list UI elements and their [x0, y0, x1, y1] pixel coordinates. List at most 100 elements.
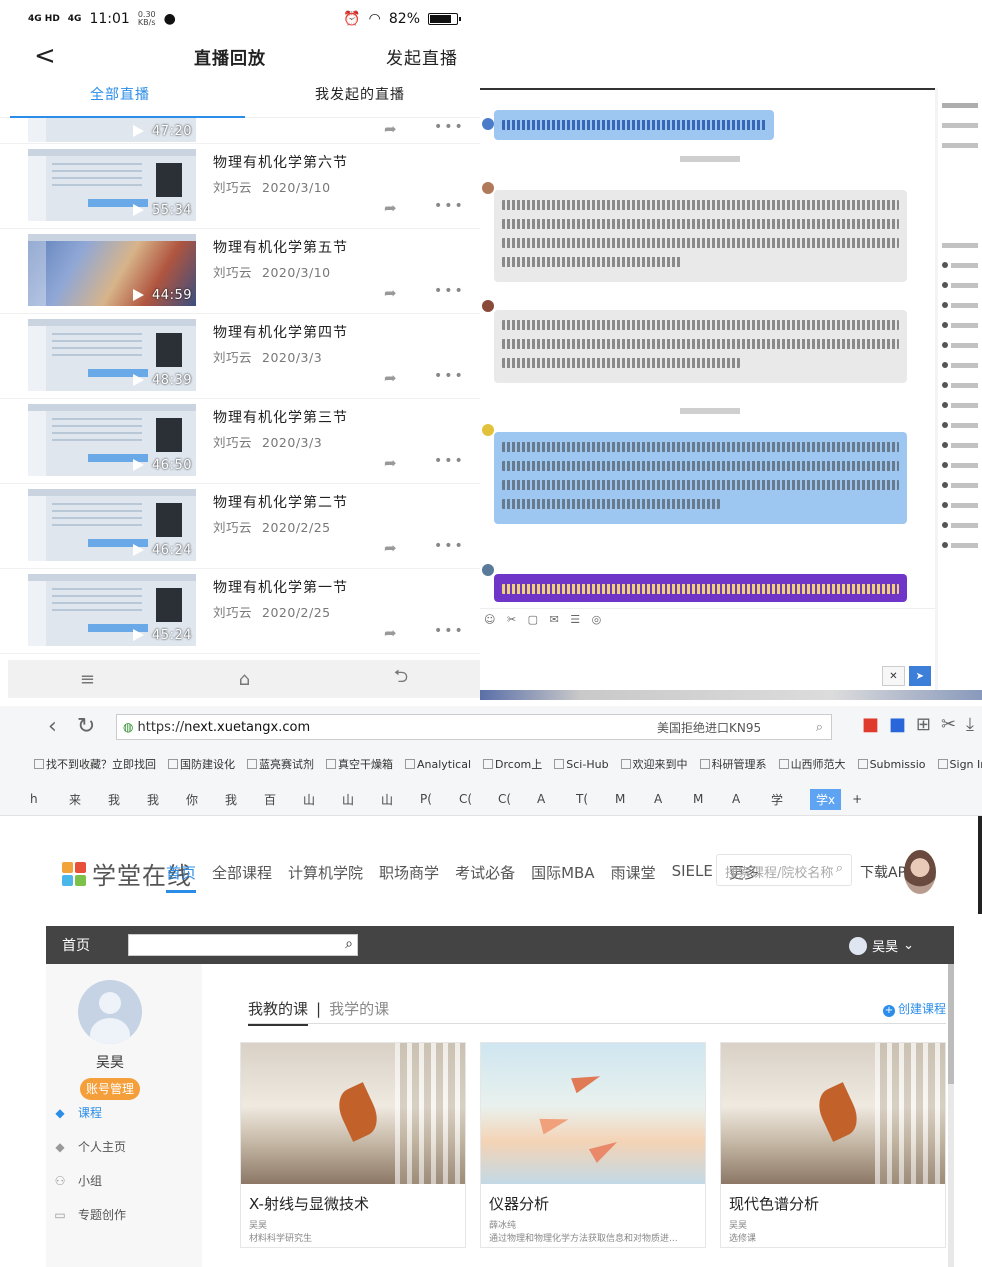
video-thumbnail[interactable]: 55:34	[28, 149, 196, 221]
more-dots-icon[interactable]: •••	[434, 538, 465, 554]
create-course-button[interactable]: + 创建课程	[882, 1000, 946, 1017]
extension-icon-2[interactable]: ■	[889, 714, 906, 735]
bookmark-item[interactable]: 国防建设化	[168, 756, 235, 772]
back-button[interactable]: <	[34, 43, 74, 69]
tab-learning[interactable]: 我学的课	[329, 998, 389, 1019]
bookmark-item[interactable]: 山西师范大	[778, 756, 846, 772]
video-thumbnail[interactable]: 46:24	[28, 489, 196, 561]
browser-tab[interactable]: M	[615, 792, 643, 806]
nav-item[interactable]: 国际MBA	[531, 862, 595, 883]
video-thumbnail[interactable]: 47:20	[28, 118, 196, 142]
dashboard-search-input[interactable]: ⌕	[128, 934, 358, 956]
tab-my-live[interactable]: 我发起的直播	[240, 74, 480, 117]
search-hint[interactable]: 美国拒绝进口KN95	[657, 719, 761, 736]
nav-item[interactable]: 雨课堂	[611, 862, 656, 883]
tab-teaching[interactable]: 我教的课	[248, 998, 309, 1026]
sidebar-item[interactable]: ◆ 课程	[46, 1096, 202, 1130]
more-dots-icon[interactable]: •••	[434, 368, 465, 384]
browser-tab[interactable]: 我	[147, 791, 175, 808]
list-item[interactable]: 45:24 物理有机化学第一节 刘巧云 2020/2/25 ➦ •••	[0, 569, 480, 654]
more-dots-icon[interactable]: •••	[434, 283, 465, 299]
nav-item[interactable]: 职场商学	[379, 862, 439, 883]
browser-tab[interactable]: A	[732, 792, 760, 806]
browser-tab[interactable]: 百	[264, 791, 292, 808]
course-card[interactable]: 仪器分析 薛冰纯 通过物理和物理化学方法获取信息和对物质进...	[480, 1042, 706, 1248]
scissors-icon[interactable]: ✂	[941, 714, 956, 735]
share-arrow-icon[interactable]: ➦	[384, 369, 397, 387]
browser-tab[interactable]: 山	[342, 791, 370, 808]
menu-key-icon[interactable]: ≡	[80, 669, 95, 690]
share-arrow-icon[interactable]: ➦	[384, 454, 397, 472]
browser-tab[interactable]: M	[693, 792, 721, 806]
browser-tab[interactable]: 学x	[810, 788, 842, 810]
nav-item[interactable]: 计算机学院	[288, 862, 363, 883]
back-arrow-icon[interactable]: ‹	[48, 714, 57, 739]
sidebar-item[interactable]: ⚇ 小组	[46, 1164, 202, 1198]
browser-tab[interactable]: A	[654, 792, 682, 806]
share-arrow-icon[interactable]: ➦	[384, 199, 397, 217]
video-thumbnail[interactable]: 46:50	[28, 404, 196, 476]
video-thumbnail[interactable]: 48:39	[28, 319, 196, 391]
nav-item[interactable]: 考试必备	[455, 862, 515, 883]
new-tab-icon[interactable]: +	[852, 792, 880, 806]
back-key-icon[interactable]: ⮌	[394, 664, 408, 694]
list-item[interactable]: 46:24 物理有机化学第二节 刘巧云 2020/2/25 ➦ •••	[0, 484, 480, 569]
list-item[interactable]: 44:59 物理有机化学第五节 刘巧云 2020/3/10 ➦ •••	[0, 229, 480, 314]
site-search-input[interactable]: 搜索课程/院校名称 ⌕	[716, 854, 852, 886]
list-item[interactable]: 48:39 物理有机化学第四节 刘巧云 2020/3/3 ➦ •••	[0, 314, 480, 399]
browser-tab[interactable]: 你	[186, 791, 214, 808]
start-live-button[interactable]: 发起直播	[386, 44, 458, 69]
tab-all-live[interactable]: 全部直播	[0, 74, 245, 118]
list-item[interactable]: 55:34 物理有机化学第六节 刘巧云 2020/3/10 ➦ •••	[0, 144, 480, 229]
home-link[interactable]: 首页	[62, 935, 90, 955]
list-item[interactable]: 47:20 ➦ •••	[0, 118, 480, 144]
bookmark-item[interactable]: Analytical	[405, 758, 471, 771]
browser-tab[interactable]: 来	[69, 791, 97, 808]
input-toolbar[interactable]: ☺ ✂ ▢ ✉ ☰ ◎	[484, 613, 605, 626]
more-dots-icon[interactable]: •••	[434, 198, 465, 214]
send-button[interactable]: ➤	[908, 666, 931, 686]
bookmark-item[interactable]: 真空干燥箱	[326, 756, 393, 772]
nav-item[interactable]: 全部课程	[212, 862, 272, 883]
bookmark-item[interactable]: 找不到收藏？立即找回	[34, 756, 156, 772]
download-icon[interactable]: ⤓	[966, 714, 974, 735]
nav-item[interactable]: SIELE	[672, 862, 713, 883]
close-chat-button[interactable]: ✕	[882, 666, 905, 686]
browser-tab[interactable]: 我	[225, 791, 253, 808]
bookmark-item[interactable]: Drcom上	[483, 756, 542, 772]
video-thumbnail[interactable]: 45:24	[28, 574, 196, 646]
course-card[interactable]: 现代色谱分析 吴昊 选修课	[720, 1042, 946, 1248]
more-dots-icon[interactable]: •••	[434, 453, 465, 469]
share-arrow-icon[interactable]: ➦	[384, 624, 397, 642]
share-arrow-icon[interactable]: ➦	[384, 284, 397, 302]
nav-item[interactable]: 首页	[166, 862, 197, 893]
refresh-icon[interactable]: ↻	[77, 714, 95, 739]
browser-tab[interactable]: T(	[576, 792, 604, 806]
scrollbar[interactable]	[948, 964, 954, 1267]
search-icon[interactable]: ⌕	[345, 936, 353, 952]
bookmark-item[interactable]: 蓝亮赛试剂	[247, 756, 314, 772]
bookmark-item[interactable]: Submissio	[857, 758, 926, 771]
list-item[interactable]: 46:50 物理有机化学第三节 刘巧云 2020/3/3 ➦ •••	[0, 399, 480, 484]
browser-tab[interactable]: h	[30, 792, 58, 806]
browser-tab[interactable]: C(	[459, 792, 487, 806]
browser-tab[interactable]: 我	[108, 791, 136, 808]
bookmark-item[interactable]: Sci-Hub	[554, 758, 609, 771]
more-dots-icon[interactable]: •••	[434, 623, 465, 639]
course-card[interactable]: X-射线与显微技术 吴昊 材料科学研究生	[240, 1042, 466, 1248]
search-icon[interactable]: ⌕	[816, 720, 823, 735]
more-dots-icon[interactable]: •••	[434, 119, 465, 135]
browser-tab[interactable]: C(	[498, 792, 526, 806]
video-thumbnail[interactable]: 44:59	[28, 234, 196, 306]
browser-tab[interactable]: 山	[303, 791, 331, 808]
chat-input-area[interactable]: ☺ ✂ ▢ ✉ ☰ ◎ ✕ ➤	[480, 608, 935, 700]
user-menu[interactable]: 吴昊 ⌄	[849, 936, 914, 955]
bookmark-item[interactable]: 欢迎来到中	[620, 756, 688, 772]
sidebar-item[interactable]: ◆ 个人主页	[46, 1130, 202, 1164]
bookmark-item[interactable]: Sign In-Jo	[937, 758, 982, 771]
home-key-icon[interactable]: ⌂	[239, 669, 250, 690]
address-bar[interactable]: ◍ https://next.xuetangx.com 美国拒绝进口KN95 ⌕	[116, 714, 832, 740]
apps-icon[interactable]: ⊞	[916, 714, 931, 735]
search-icon[interactable]: ⌕	[836, 861, 843, 876]
bookmark-item[interactable]: 科研管理系	[699, 756, 767, 772]
